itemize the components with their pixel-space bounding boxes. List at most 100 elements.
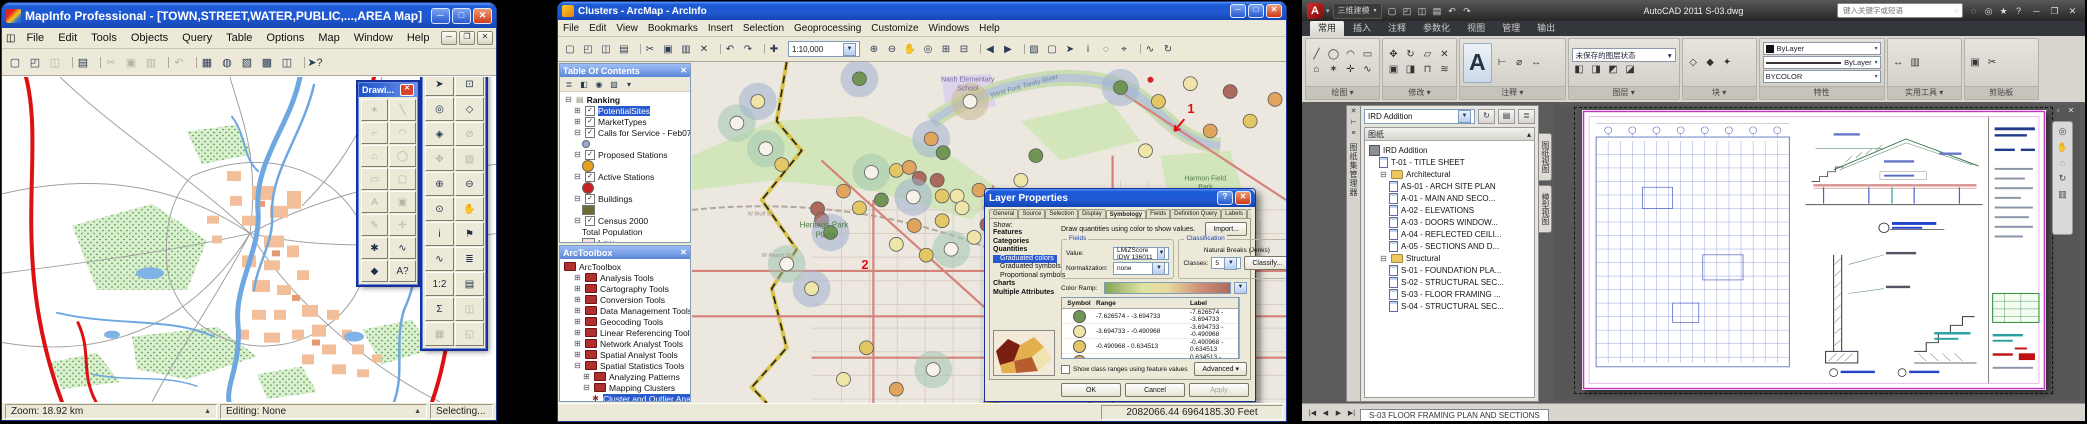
arcmap-open[interactable]: ◰ <box>579 40 597 58</box>
arcmap-menu-selection[interactable]: Selection <box>738 22 789 35</box>
main-show-statistics[interactable]: Σ <box>425 297 454 321</box>
close-button[interactable]: ✕ <box>2065 4 2080 18</box>
show-option-charts[interactable]: Charts <box>993 280 1057 289</box>
toc-item-symbol[interactable] <box>560 160 690 171</box>
main-info-tool[interactable]: i <box>425 222 454 246</box>
qat-qnew[interactable]: ▢ <box>1385 4 1400 18</box>
layer-checkbox[interactable]: ✓ <box>585 128 595 138</box>
arcmap-go-to-xy[interactable]: ⌖ <box>1115 40 1133 58</box>
sheet-item-s-03-floor-framing[interactable]: S-03 - FLOOR FRAMING ... <box>1367 288 1532 300</box>
layer-checkbox[interactable]: ✓ <box>585 117 595 127</box>
sheet-item-s-01-foundation-pla[interactable]: S-01 - FOUNDATION PLA... <box>1367 264 1532 276</box>
arcmap-save[interactable]: ◫ <box>597 40 615 58</box>
property-select-2[interactable]: ByLayer▾ <box>1763 56 1881 69</box>
status-zoom[interactable]: Zoom: 18.92 km▲ <box>5 404 217 419</box>
ribbon-tool-icon-item-1[interactable]: ▣ <box>1968 56 1983 70</box>
toc-item-proposed-stations[interactable]: ⊟✓Proposed Stations <box>560 149 690 160</box>
expand-toggle-icon[interactable]: ⊞ <box>573 117 582 126</box>
classify-button[interactable]: Classify... <box>1244 256 1286 270</box>
qat-plot[interactable]: ▤ <box>1430 4 1445 18</box>
ribbon-tool-icon-item-2[interactable]: ✂ <box>1985 56 2000 70</box>
toc-item-total-population[interactable]: Total Population <box>560 226 690 237</box>
chevron-down-icon[interactable]: ▼ <box>1234 282 1247 294</box>
show-option-proportional-symbols[interactable]: Proportional symbols <box>993 272 1057 281</box>
normalization-select[interactable]: none▼ <box>1113 262 1169 275</box>
show-option-multiple-attributes[interactable]: Multiple Attributes <box>993 289 1057 298</box>
close-icon[interactable]: ✕ <box>680 248 687 257</box>
expand-toggle-icon[interactable]: ⊟ <box>573 361 582 370</box>
arcmap-menu-edit[interactable]: Edit <box>584 22 611 35</box>
expand-toggle-icon[interactable]: ⊞ <box>573 295 582 304</box>
arcmap-menu-windows[interactable]: Windows <box>924 22 975 35</box>
arcmap-select-elements[interactable]: ➤ <box>1061 40 1079 58</box>
minimize-button[interactable]: ─ <box>431 8 450 24</box>
maximize-button[interactable]: □ <box>1248 4 1264 18</box>
child-close-button[interactable]: ✕ <box>477 31 493 45</box>
ribbon-tab-item[interactable]: 参数化 <box>1415 20 1458 36</box>
ribbon-tab-item[interactable]: 注释 <box>1380 20 1414 36</box>
ribbon-tab-item[interactable]: 视图 <box>1459 20 1493 36</box>
ribbon-tool-icon-item-3[interactable]: ▱ <box>1420 48 1435 62</box>
arcmap-pan[interactable]: ✋ <box>901 40 919 58</box>
collapse-icon[interactable]: ▴ <box>1527 130 1531 139</box>
arcmap-menu-insert[interactable]: Insert <box>703 22 738 35</box>
sheet-item-structural[interactable]: ⊟Structural <box>1367 252 1532 264</box>
search-icon[interactable]: ◌ <box>1955 6 1959 15</box>
expand-toggle-icon[interactable]: ⊟ <box>573 150 582 159</box>
mapinfo-menu-map[interactable]: Map <box>311 31 346 45</box>
mapinfo-menu-options[interactable]: Options <box>259 31 311 45</box>
status-selecting[interactable]: Selecting... <box>430 404 493 419</box>
arcmap-zoom-out[interactable]: ⊖ <box>883 40 901 58</box>
app-menu-arrow-icon[interactable]: ▾ <box>1326 7 1330 15</box>
expand-toggle-icon[interactable]: ⊟ <box>573 216 582 225</box>
ribbon-tab-item[interactable]: 管理 <box>1494 20 1528 36</box>
sheet-item-a-01-main-and-seco[interactable]: A-01 - MAIN AND SECO... <box>1367 192 1532 204</box>
toolbox-item-cartography-tools[interactable]: ⊞Cartography Tools <box>560 283 690 294</box>
navbar-pan-icon[interactable]: ✋ <box>2057 142 2068 153</box>
ribbon-tool-icon-item-8[interactable]: ≋ <box>1437 63 1452 77</box>
ribbon-tool-icon-item-1[interactable]: ◇ <box>1686 56 1701 70</box>
expand-toggle-icon[interactable]: ⊟ <box>573 128 582 137</box>
viewport-close[interactable]: ✕ <box>2066 106 2076 115</box>
mapinfo-menu-window[interactable]: Window <box>347 31 400 45</box>
mapinfo-new-table[interactable]: ▢ <box>5 53 25 72</box>
arcmap-menu-view[interactable]: View <box>611 22 643 35</box>
layout-nav-1[interactable]: |◀ <box>1306 409 1319 417</box>
color-ramp-select[interactable] <box>1104 282 1231 294</box>
main-polygon-select-tool[interactable]: ◇ <box>455 97 484 121</box>
arcmap-map-area[interactable]: Heritage ParkPlazaNash ElementarySchoolH… <box>692 62 1286 403</box>
arcmap-fixed-zoom-in[interactable]: ⊞ <box>937 40 955 58</box>
toc-item-buildings[interactable]: ⊟✓Buildings <box>560 193 690 204</box>
mapinfo-new-redistricter[interactable]: ◫ <box>277 53 297 72</box>
dialog-tab-joins-relates[interactable]: Joins & Relates <box>1247 209 1251 218</box>
mapinfo-menu-objects[interactable]: Objects <box>124 31 175 45</box>
autocad-logo-icon[interactable]: A <box>1307 3 1323 19</box>
ribbon-tool-icon-item-7[interactable]: ⊓ <box>1420 63 1435 77</box>
mapinfo-new-layout[interactable]: ▩ <box>257 53 277 72</box>
close-icon[interactable]: ✕ <box>1351 108 1357 116</box>
layout-nav-3[interactable]: ▶ <box>1332 409 1345 417</box>
mapinfo-open-table[interactable]: ◰ <box>25 53 45 72</box>
arcmap-new-map[interactable]: ▢ <box>561 40 579 58</box>
toolbox-item-linear-referencing-tools[interactable]: ⊞Linear Referencing Tools <box>560 327 690 338</box>
ribbon-panel-caption[interactable]: 块 ▾ <box>1683 86 1756 99</box>
close-icon[interactable]: ✕ <box>680 66 687 75</box>
show-option-graduated-colors[interactable]: Graduated colors <box>993 255 1057 264</box>
ribbon-tab-item[interactable]: 常用 <box>1310 20 1344 36</box>
arcmap-add-data[interactable]: ✚ <box>765 40 783 58</box>
toc-list-by-visibility[interactable]: ◉ <box>593 78 605 90</box>
toolbox-item-cluster-and-outlier-analysis-anselin-local-morans-i[interactable]: ✱Cluster and Outlier Analysis (Anselin L… <box>560 393 690 401</box>
ribbon-tool-icon-item-4[interactable]: ▭ <box>1360 48 1375 62</box>
details-icon[interactable]: ≣ <box>1518 109 1535 124</box>
main-label-tool[interactable]: ⚑ <box>455 222 484 246</box>
navbar-showmotion-icon[interactable]: ▥ <box>2058 189 2067 200</box>
navbar-orbit-icon[interactable]: ↻ <box>2059 173 2067 184</box>
main-marquee-select-tool[interactable]: ⊡ <box>455 76 484 96</box>
main-radius-select-tool[interactable]: ◎ <box>425 97 454 121</box>
toolbox-item-mapping-clusters[interactable]: ⊟Mapping Clusters <box>560 382 690 393</box>
mapinfo-menu-file[interactable]: File <box>19 31 51 45</box>
main-zoom-in-tool[interactable]: ⊕ <box>425 172 454 196</box>
toc-item-census-2000[interactable]: ⊟✓Census 2000 <box>560 215 690 226</box>
ribbon-tab-item[interactable]: 输出 <box>1529 20 1563 36</box>
ribbon-tool-icon-item-1[interactable]: ✥ <box>1386 48 1401 62</box>
